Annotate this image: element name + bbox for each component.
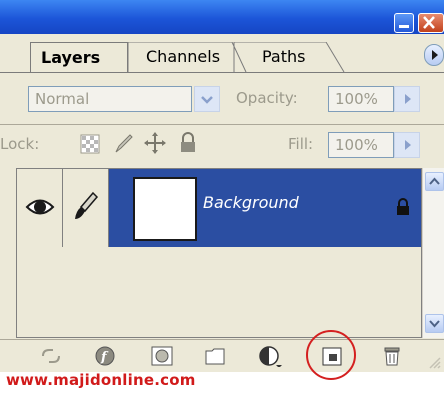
triangle-right-icon [405,140,411,150]
opacity-value: 100% [335,90,378,108]
triangle-right-icon [432,50,438,60]
blend-mode-select[interactable]: Normal [28,86,192,112]
brush-icon [75,191,99,219]
divider [0,124,444,125]
watermark: www.majidonline.com [6,371,196,389]
new-group-icon[interactable] [204,345,228,367]
layers-scrollbar[interactable] [422,168,444,338]
fill-label: Fill: [288,135,314,153]
blend-mode-dropdown-button[interactable] [194,86,220,112]
link-layers-icon[interactable] [40,346,62,366]
layer-link-toggle[interactable] [63,169,109,247]
highlight-circle [306,330,356,380]
layers-list: Background [16,168,422,338]
tab-paths[interactable]: Paths [252,42,315,72]
close-button[interactable] [418,13,444,33]
chevron-down-icon [429,320,440,328]
minimize-button[interactable] [394,13,414,33]
fill-slider-button[interactable] [394,132,420,158]
layer-row-background[interactable]: Background [17,169,421,247]
adjustment-layer-icon[interactable] [258,345,282,367]
lock-transparent-icon[interactable] [80,134,100,154]
tab-paths-label: Paths [262,47,306,66]
tab-channels-label: Channels [146,47,221,66]
tab-layers-label: Layers [41,48,101,67]
lock-brush-icon[interactable] [112,132,134,154]
close-icon [423,16,435,29]
opacity-slider-button[interactable] [394,86,420,112]
layer-name[interactable]: Background [203,193,299,212]
scroll-up-button[interactable] [425,172,444,191]
fill-value: 100% [335,136,378,154]
eye-icon [25,199,55,215]
fill-field[interactable]: 100% [328,132,394,158]
opacity-field[interactable]: 100% [328,86,394,112]
delete-layer-icon[interactable] [380,344,404,366]
visibility-toggle[interactable] [17,169,63,247]
tab-layers[interactable]: Layers [30,42,128,72]
lock-icon [397,198,409,215]
panel-menu-button[interactable] [424,44,444,66]
lock-move-icon[interactable] [144,132,166,154]
layer-mask-icon[interactable] [150,345,174,367]
lock-label: Lock: [0,135,40,153]
resize-grip-icon[interactable] [426,354,442,370]
layer-thumbnail[interactable] [133,177,197,241]
minimize-icon [399,25,409,28]
tab-channels[interactable]: Channels [136,42,230,72]
chevron-up-icon [429,177,440,185]
panel-titlebar[interactable] [0,0,444,34]
triangle-right-icon [405,94,411,104]
chevron-down-icon [201,96,213,104]
lock-all-icon[interactable] [178,132,198,154]
scroll-down-button[interactable] [425,314,444,333]
blend-mode-value: Normal [35,90,90,108]
layers-panel: Layers Channels Paths Normal Opacity: 10… [0,0,444,372]
layer-style-icon[interactable]: f [94,345,118,367]
opacity-label: Opacity: [236,89,298,107]
